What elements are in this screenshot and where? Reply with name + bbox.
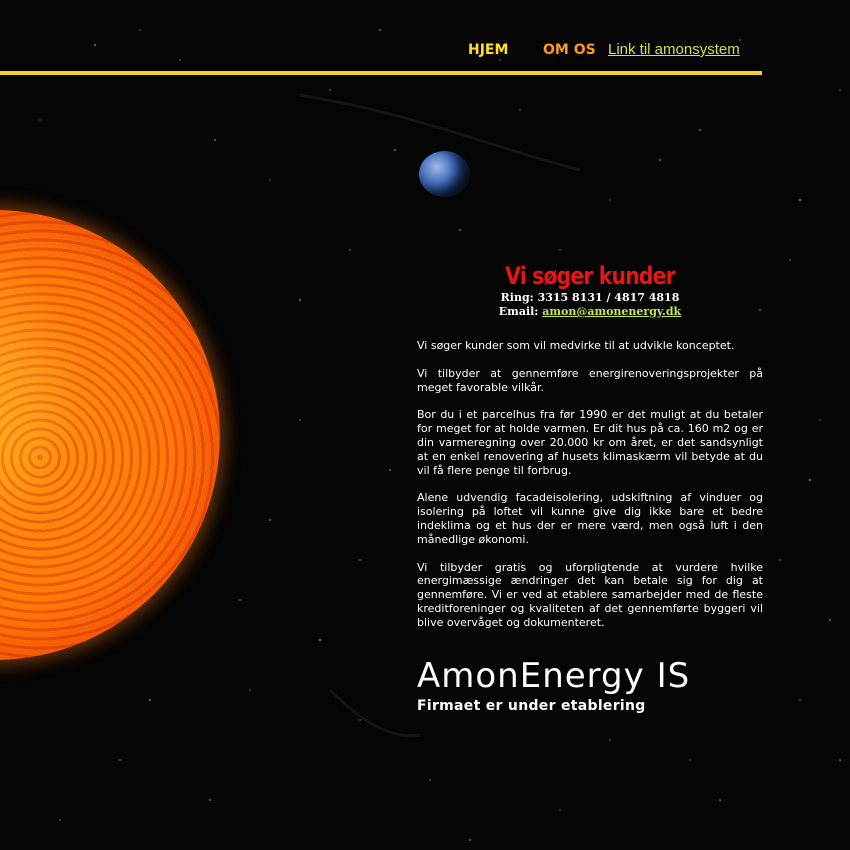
phone-number: 3315 8131 / 4817 4818 — [537, 291, 680, 304]
nav-divider — [0, 71, 762, 75]
email-line: Email: amon@amonenergy.dk — [417, 305, 763, 318]
paragraph: Bor du i et parcelhus fra før 1990 er de… — [417, 408, 763, 477]
page-title: Vi søger kunder — [505, 262, 676, 290]
phone-label: Ring: — [500, 291, 534, 304]
nav-item-om-os[interactable]: OM OS — [543, 42, 596, 58]
paragraph: Vi tilbyder at gennemføre energirenoveri… — [417, 366, 763, 394]
planet-earth-image — [419, 151, 470, 197]
paragraph: Vi søger kunder som vil medvirke til at … — [417, 339, 735, 352]
nav-link-amonsystem[interactable]: Link til amonsystem — [608, 41, 740, 58]
paragraph: Vi tilbyder gratis og uforpligtende at v… — [417, 560, 763, 629]
email-link[interactable]: amon@amonenergy.dk — [542, 305, 681, 318]
top-navigation: HJEM OM OS Link til amonsystem — [0, 38, 762, 64]
company-tagline: Firmaet er under etablering — [417, 698, 646, 714]
company-name: AmonEnergy IS — [417, 656, 691, 696]
paragraph: Alene udvendig facadeisolering, udskiftn… — [417, 491, 763, 546]
nav-item-hjem[interactable]: HJEM — [468, 42, 508, 58]
phone-line: Ring: 3315 8131 / 4817 4818 — [417, 291, 763, 304]
page-background: HJEM OM OS Link til amonsystem Vi søger … — [0, 0, 850, 850]
main-content: Vi søger kunder Ring: 3315 8131 / 4817 4… — [417, 262, 763, 644]
body-text: Vi søger kunder som vil medvirke til at … — [417, 339, 763, 630]
email-label: Email: — [498, 305, 539, 318]
